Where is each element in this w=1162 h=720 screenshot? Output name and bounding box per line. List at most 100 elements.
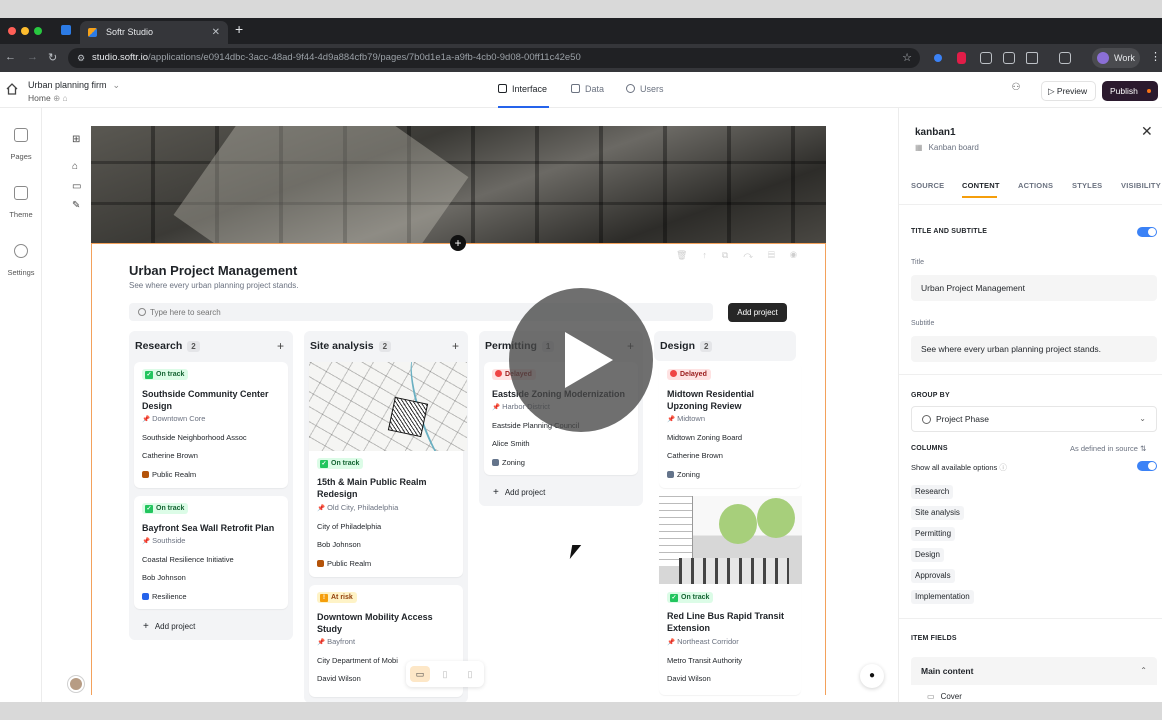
tab-data[interactable]: Data (571, 84, 604, 94)
block-toolbar[interactable]: 🗑↑⧉↷▤◉ (676, 250, 818, 266)
info-icon: ⓘ (999, 463, 1007, 472)
close-icon[interactable]: ✕ (1141, 123, 1153, 140)
avatar[interactable] (68, 676, 84, 692)
add-project-in-column[interactable]: Add project (493, 487, 545, 498)
title-field[interactable]: Urban Project Management (911, 275, 1157, 301)
column-option[interactable]: Design (911, 548, 944, 562)
columns-source-sort[interactable]: As defined in source ⇅ (1070, 444, 1146, 453)
section-title-subtitle: TITLE AND SUBTITLE (911, 228, 988, 235)
status-badge: On track (142, 369, 189, 380)
card-tag: Zoning (667, 470, 700, 479)
kanban-title: Urban Project Management (129, 263, 298, 278)
divider (899, 204, 1162, 205)
site-info-icon[interactable]: ⚙ (77, 48, 85, 68)
card-title: Midtown Residential Upzoning Review (667, 389, 755, 411)
extension-icon[interactable] (980, 52, 992, 64)
forward-icon[interactable]: → (27, 51, 38, 63)
extensions-puzzle-icon[interactable] (1026, 52, 1038, 64)
group-by-value: Project Phase (936, 414, 989, 424)
close-window-icon[interactable] (8, 27, 16, 35)
divider (899, 374, 1162, 375)
profile-button[interactable]: Work (1092, 48, 1140, 68)
column-option[interactable]: Approvals (911, 569, 955, 583)
column-option[interactable]: Permitting (911, 527, 956, 541)
pinned-tab-icon[interactable] (61, 25, 71, 35)
card-person: Alice Smith (492, 439, 530, 448)
block-name: kanban1 (915, 127, 956, 138)
add-project-in-column[interactable]: Add project (143, 621, 195, 632)
back-icon[interactable]: ← (5, 51, 16, 63)
page-name: Home (28, 93, 51, 103)
kanban-card[interactable]: On track Bayfront Sea Wall Retrofit Plan… (134, 496, 288, 609)
home-page-icon[interactable]: ⌂ (72, 162, 82, 172)
browser-menu-icon[interactable]: ⋮ (1150, 50, 1161, 63)
column-option[interactable]: Implementation (911, 590, 974, 604)
add-block-icon[interactable]: ⊞ (72, 135, 82, 145)
hero-cover-image[interactable] (91, 126, 826, 243)
softr-favicon-icon (88, 28, 97, 37)
tab-styles[interactable]: STYLES (1072, 181, 1102, 190)
tab-source[interactable]: SOURCE (911, 181, 944, 190)
tab-interface[interactable]: Interface (498, 84, 547, 94)
share-user-icon[interactable]: ⚇ (1006, 82, 1026, 98)
kanban-card[interactable]: Delayed Midtown Residential Upzoning Rev… (659, 362, 801, 488)
tablet-view-icon[interactable]: ▯ (435, 666, 455, 682)
add-block-between-icon[interactable]: + (450, 235, 466, 251)
home-icon[interactable] (5, 82, 19, 96)
title-subtitle-toggle[interactable] (1137, 227, 1157, 237)
rail-item-pages[interactable]: Pages (0, 128, 42, 161)
rail-item-theme[interactable]: Theme (0, 186, 42, 219)
profile-avatar (1097, 52, 1109, 64)
folder-icon[interactable]: ▭ (72, 182, 82, 192)
publish-button[interactable]: Publish (1102, 81, 1158, 101)
subtitle-field[interactable]: See where every urban planning project s… (911, 336, 1157, 362)
url-host: studio.softr.io (92, 52, 148, 63)
mobile-view-icon[interactable]: ▯ (460, 666, 480, 682)
reload-icon[interactable]: ↻ (48, 51, 57, 64)
chat-support-icon[interactable]: ● (860, 664, 884, 688)
preview-button[interactable]: ▷ Preview (1041, 81, 1096, 101)
pencil-icon[interactable]: ✎ (72, 201, 82, 211)
add-project-button[interactable]: Add project (728, 303, 787, 322)
tab-users[interactable]: Users (626, 84, 664, 94)
column-header: Design 2 (660, 340, 713, 352)
tab-visibility[interactable]: VISIBILITY (1121, 181, 1161, 190)
card-tag-label: Zoning (677, 470, 700, 479)
card-title: Downtown Mobility Access Study (317, 612, 433, 634)
bookmark-star-icon[interactable]: ☆ (902, 48, 912, 68)
current-page[interactable]: Home ⊕ ⌂ (28, 93, 68, 104)
tab-actions[interactable]: ACTIONS (1018, 181, 1053, 190)
tab-title: Softr Studio (106, 27, 154, 37)
cover-field[interactable]: Cover (927, 692, 962, 701)
extension-icon[interactable] (934, 54, 942, 62)
maximize-window-icon[interactable] (34, 27, 42, 35)
rail-item-settings[interactable]: Settings (0, 244, 42, 277)
users-icon (626, 84, 635, 93)
browser-tab-active[interactable]: Softr Studio ✕ (80, 21, 228, 44)
column-add-icon[interactable]: + (277, 339, 284, 353)
desktop-view-icon[interactable]: ▭ (410, 666, 430, 682)
video-play-button[interactable] (509, 288, 653, 432)
show-all-options: Show all available options ⓘ (911, 462, 1007, 473)
app-switcher[interactable]: Urban planning firm ⌄ (28, 80, 120, 91)
extension-icon[interactable] (957, 52, 966, 64)
window-bottom-edge (0, 702, 1162, 720)
block-type: Kanban board (915, 143, 979, 152)
kanban-card[interactable]: On track Southside Community Center Desi… (134, 362, 288, 488)
column-option[interactable]: Site analysis (911, 506, 964, 520)
column-add-icon[interactable]: + (452, 339, 459, 353)
main-content-accordion[interactable]: Main content ⌃ (911, 657, 1157, 685)
card-location: Northeast Corridor (667, 637, 739, 646)
side-panel-icon[interactable] (1059, 52, 1071, 64)
tab-content[interactable]: CONTENT (962, 181, 1000, 190)
address-bar[interactable]: ⚙ studio.softr.io/applications/e0914dbc-… (68, 48, 920, 68)
card-tag: Public Realm (317, 559, 371, 568)
subtitle-label: Subtitle (911, 320, 935, 327)
show-all-toggle[interactable] (1137, 461, 1157, 471)
group-by-select[interactable]: Project Phase ⌄ (911, 406, 1157, 432)
minimize-window-icon[interactable] (21, 27, 29, 35)
extension-icon[interactable] (1003, 52, 1015, 64)
new-tab-icon[interactable]: + (235, 21, 243, 37)
close-tab-icon[interactable]: ✕ (212, 21, 220, 44)
column-option[interactable]: Research (911, 485, 954, 499)
